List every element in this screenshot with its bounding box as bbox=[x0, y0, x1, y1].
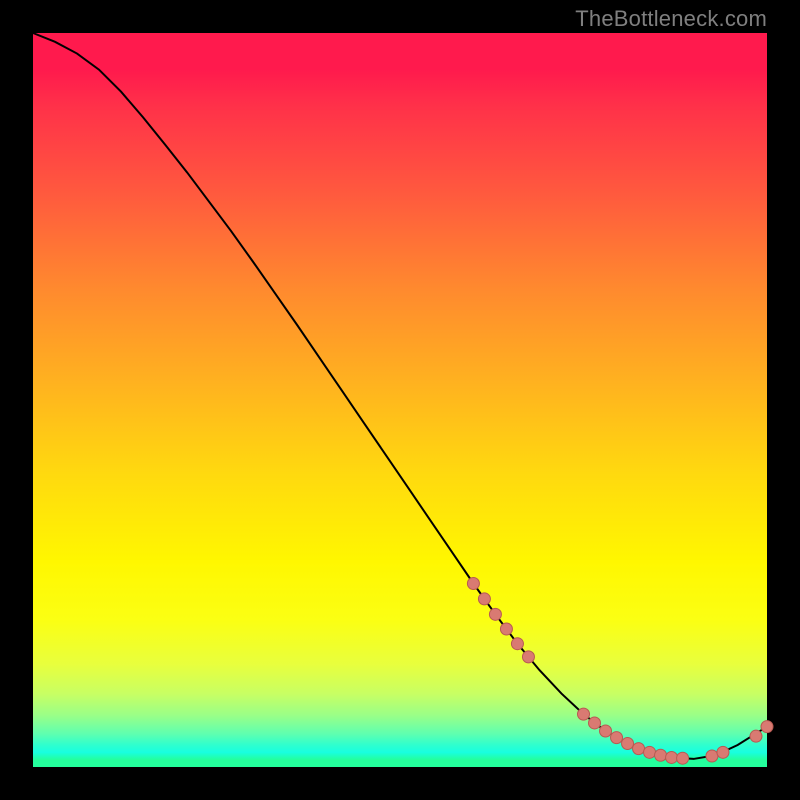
curve-marker bbox=[589, 717, 601, 729]
curve-layer bbox=[33, 33, 767, 767]
curve-marker bbox=[666, 751, 678, 763]
plot-area bbox=[33, 33, 767, 767]
curve-marker bbox=[750, 730, 762, 742]
curve-marker bbox=[500, 623, 512, 635]
curve-marker bbox=[677, 752, 689, 764]
curve-marker bbox=[644, 746, 656, 758]
curve-markers bbox=[467, 578, 773, 765]
curve-marker bbox=[717, 746, 729, 758]
curve-marker bbox=[600, 725, 612, 737]
curve-marker bbox=[622, 738, 634, 750]
bottleneck-curve bbox=[33, 33, 767, 759]
curve-marker bbox=[467, 578, 479, 590]
curve-marker bbox=[489, 608, 501, 620]
chart-stage: TheBottleneck.com bbox=[0, 0, 800, 800]
curve-marker bbox=[611, 732, 623, 744]
curve-marker bbox=[511, 638, 523, 650]
curve-marker bbox=[478, 593, 490, 605]
curve-marker bbox=[761, 721, 773, 733]
curve-marker bbox=[578, 708, 590, 720]
curve-marker bbox=[633, 743, 645, 755]
curve-marker bbox=[522, 651, 534, 663]
brand-watermark: TheBottleneck.com bbox=[575, 6, 767, 32]
curve-marker bbox=[655, 749, 667, 761]
curve-marker bbox=[706, 750, 718, 762]
